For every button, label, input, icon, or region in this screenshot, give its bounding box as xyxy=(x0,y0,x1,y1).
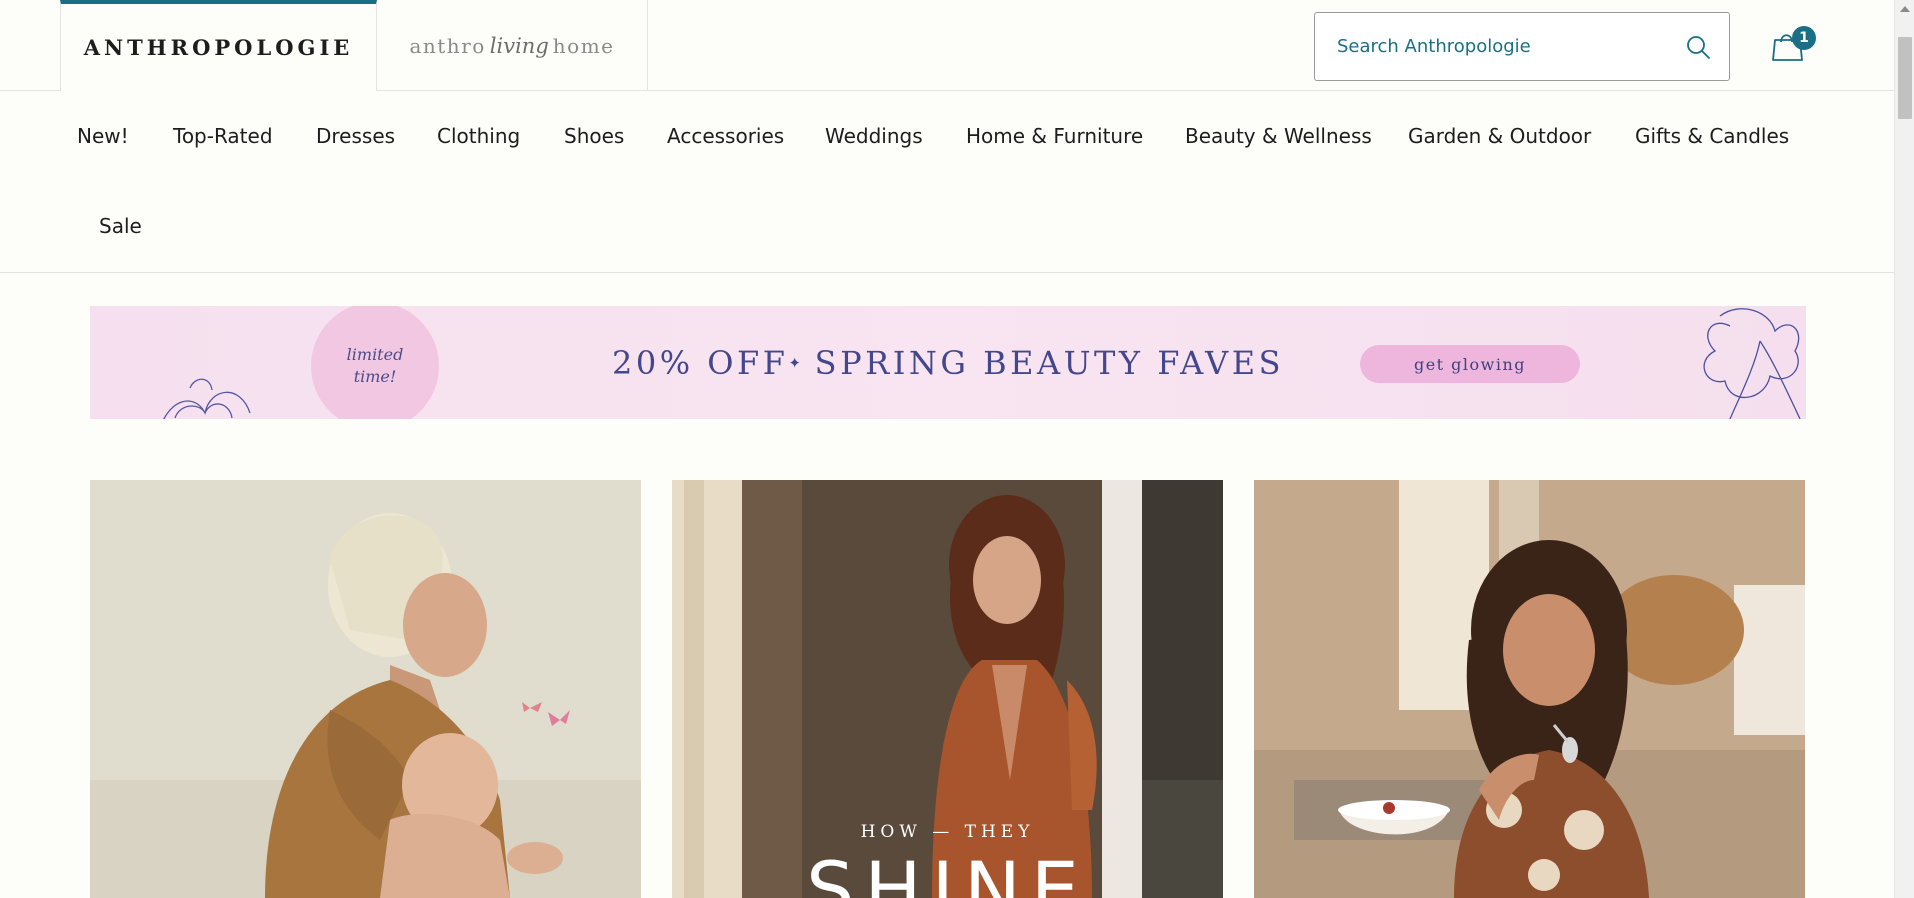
promo-banner[interactable]: limited time! 20% OFF ✦ SPRING BEAUTY FAV… xyxy=(90,306,1806,419)
nav-row-1: New! Top-Rated Dresses Clothing Shoes Ac… xyxy=(0,91,1894,181)
scroll-up-arrow-icon[interactable] xyxy=(1900,6,1910,12)
site-header: ANTHROPOLOGIE anthrolivinghome 1 xyxy=(0,0,1894,91)
nav-item-weddings[interactable]: Weddings xyxy=(825,91,923,181)
nav-item-sale[interactable]: Sale xyxy=(99,181,142,271)
main-navigation: New! Top-Rated Dresses Clothing Shoes Ac… xyxy=(0,91,1894,273)
brand-tab-anthropologie[interactable]: ANTHROPOLOGIE xyxy=(60,0,377,91)
shine-kicker: HOW — THEY xyxy=(860,822,1035,842)
get-glowing-button[interactable]: get glowing xyxy=(1360,345,1580,383)
shine-title: SHINE xyxy=(806,845,1089,898)
search-input[interactable] xyxy=(1337,36,1685,57)
promo-title: SPRING BEAUTY FAVES xyxy=(814,343,1285,382)
nav-row-2: Sale xyxy=(0,181,1894,271)
nav-item-accessories[interactable]: Accessories xyxy=(667,91,784,181)
anthroliving-logo-script: living xyxy=(489,33,549,58)
anthroliving-logo-part2: home xyxy=(552,33,615,58)
anthroliving-logo: anthro living home xyxy=(409,34,614,58)
nav-item-gifts-candles[interactable]: Gifts & Candles xyxy=(1635,91,1789,181)
sparkle-icon: ✦ xyxy=(788,353,801,372)
page-scrollbar[interactable] xyxy=(1894,0,1914,898)
nav-item-dresses[interactable]: Dresses xyxy=(316,91,395,181)
nav-item-clothing[interactable]: Clothing xyxy=(437,91,520,181)
hero-tile-mother-baby[interactable] xyxy=(90,480,641,898)
nav-item-top-rated[interactable]: Top-Rated xyxy=(173,91,273,181)
anthroliving-logo-part1: anthro xyxy=(409,33,486,58)
nav-item-beauty-wellness[interactable]: Beauty & Wellness xyxy=(1185,91,1372,181)
hero-tile-woman-bowl[interactable] xyxy=(1254,480,1805,898)
anthropologie-logo: ANTHROPOLOGIE xyxy=(83,35,354,60)
mother-and-baby-photo xyxy=(90,480,641,898)
brand-tab-anthroliving[interactable]: anthro living home xyxy=(377,0,648,91)
hero-tile-how-they-shine[interactable]: HOW — THEY SHINE xyxy=(672,480,1223,898)
nav-item-shoes[interactable]: Shoes xyxy=(564,91,624,181)
flower-illustration-right xyxy=(1703,308,1801,419)
cart-button[interactable]: 1 xyxy=(1772,24,1818,64)
nav-item-new[interactable]: New! xyxy=(77,91,129,181)
cart-count-badge: 1 xyxy=(1792,26,1816,50)
nav-item-home-furniture[interactable]: Home & Furniture xyxy=(966,91,1143,181)
page: ANTHROPOLOGIE anthrolivinghome 1 New! To… xyxy=(0,0,1914,898)
scroll-thumb[interactable] xyxy=(1898,37,1912,119)
search-box xyxy=(1314,12,1730,81)
woman-with-bowl-photo xyxy=(1254,480,1805,898)
nav-item-garden-outdoor[interactable]: Garden & Outdoor xyxy=(1408,91,1591,181)
search-icon[interactable] xyxy=(1685,34,1711,60)
promo-discount: 20% OFF xyxy=(611,343,789,382)
